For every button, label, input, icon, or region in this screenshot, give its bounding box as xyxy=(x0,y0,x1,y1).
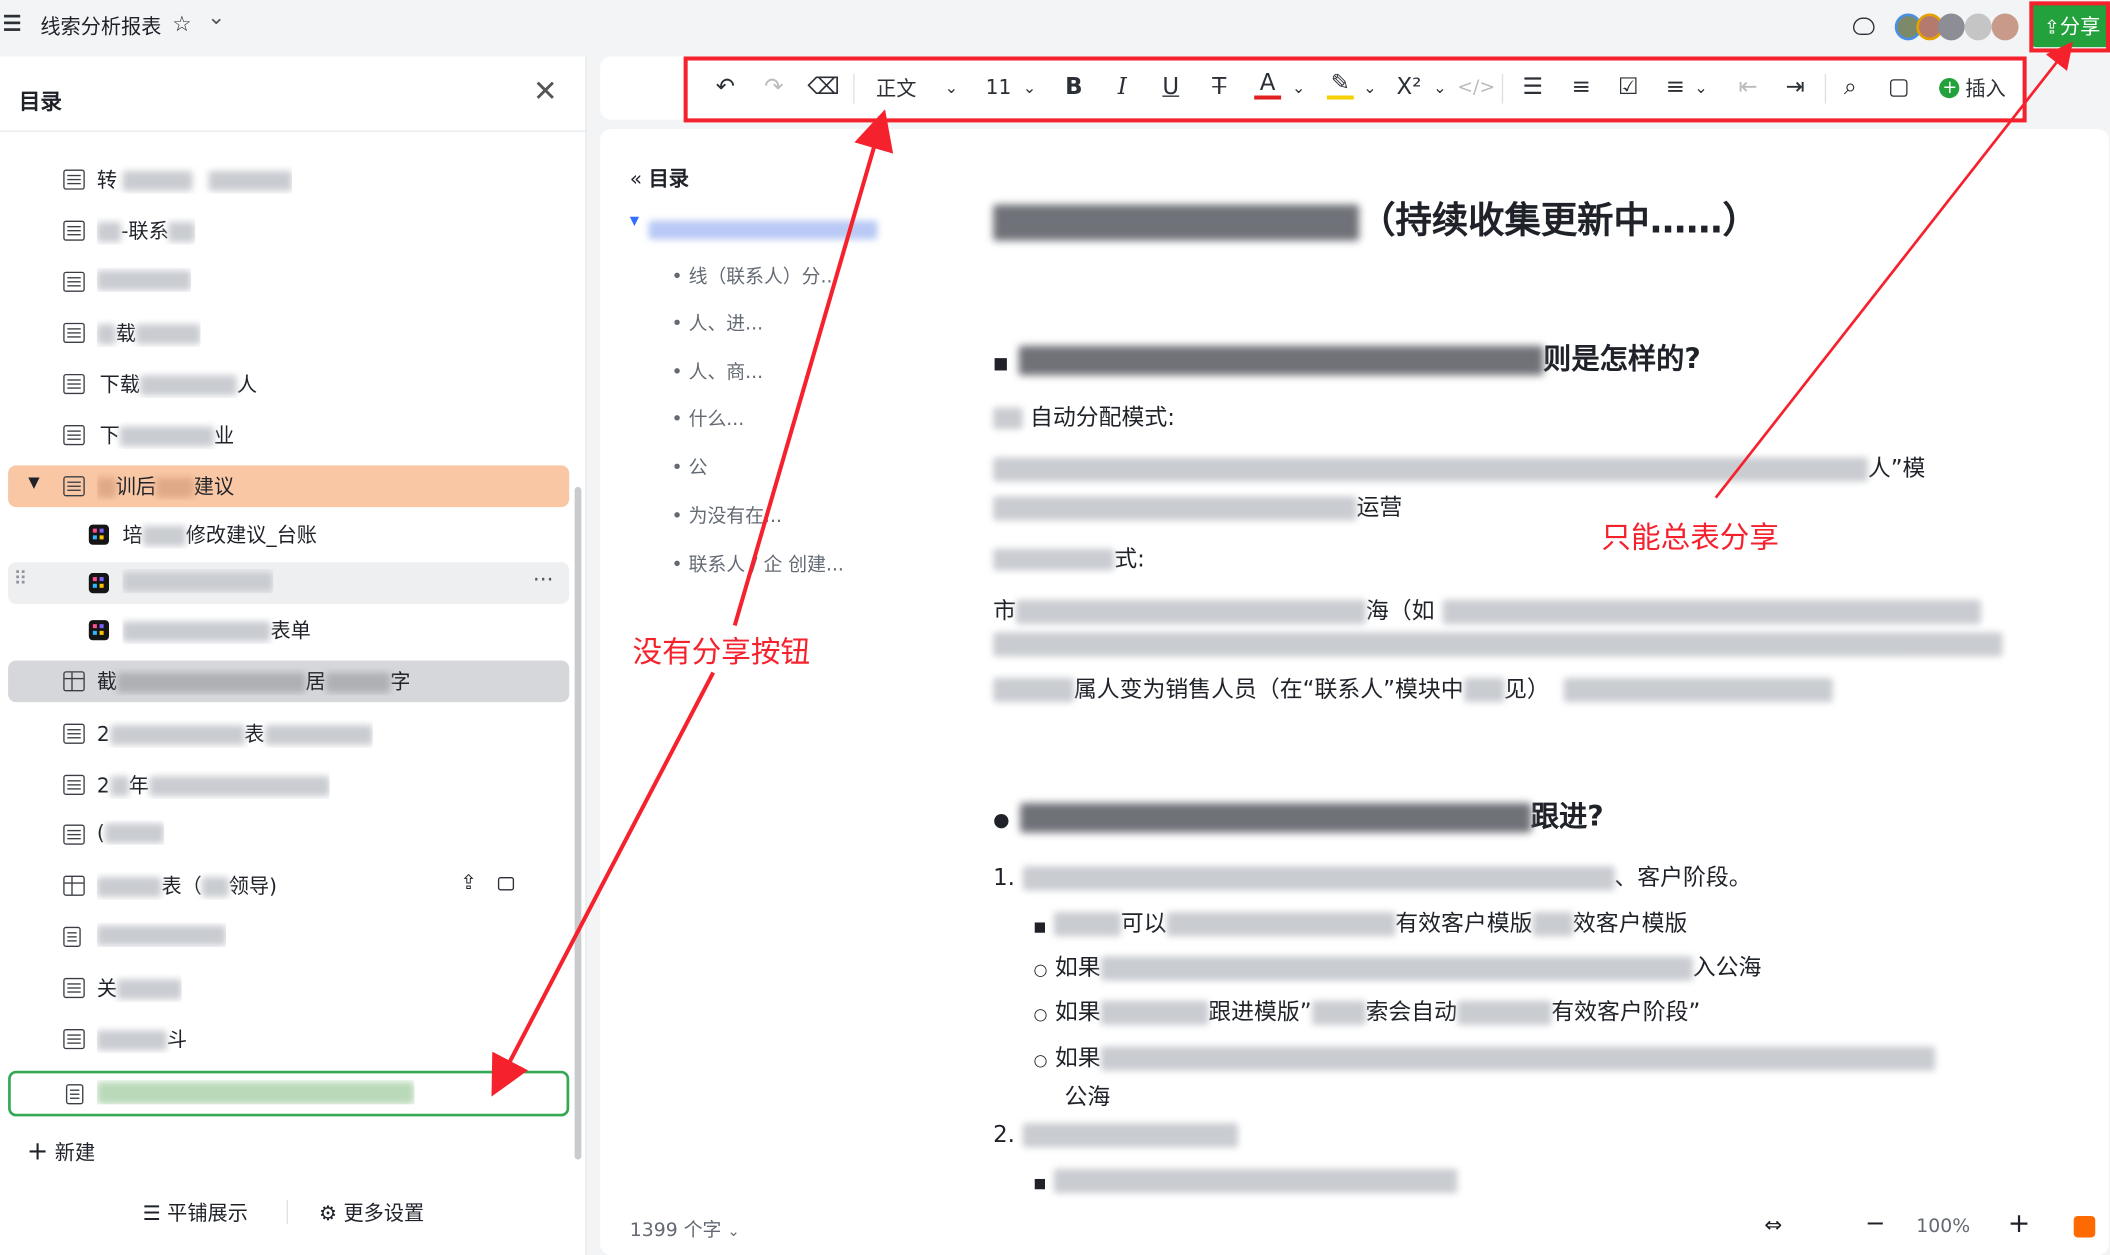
arrow-to-toolbar xyxy=(732,109,894,627)
arrow-to-sidebar-item xyxy=(491,671,716,1097)
annotation-arrows xyxy=(491,41,2074,1097)
arrow-to-share-button xyxy=(1714,41,2074,499)
